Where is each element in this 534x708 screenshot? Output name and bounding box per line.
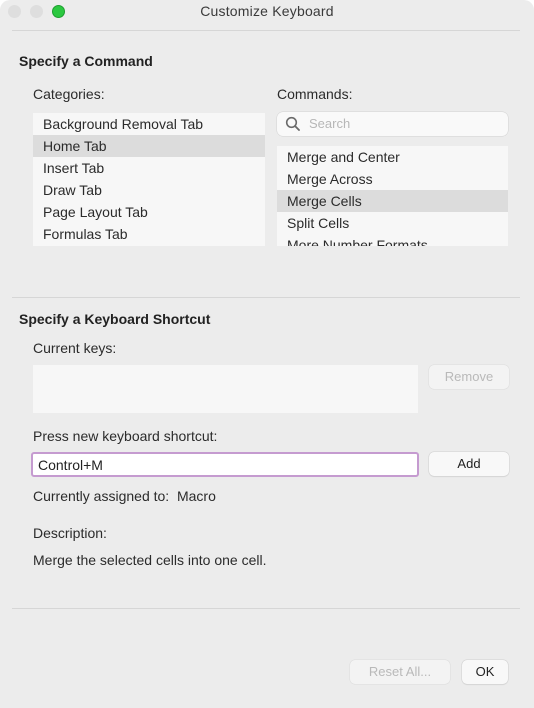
command-list-item[interactable]: Split Cells — [277, 212, 508, 234]
customize-keyboard-dialog: Customize Keyboard Specify a Command Cat… — [0, 0, 534, 708]
new-shortcut-input[interactable] — [38, 455, 408, 474]
description-label: Description: — [33, 525, 107, 541]
description-text: Merge the selected cells into one cell. — [33, 552, 267, 568]
current-keys-label: Current keys: — [33, 340, 117, 356]
command-list-item[interactable]: Merge Across — [277, 168, 508, 190]
category-list-item[interactable]: Background Removal Tab — [33, 113, 265, 135]
category-list-item[interactable]: Page Layout Tab — [33, 201, 265, 223]
currently-assigned-label: Currently assigned to: — [33, 488, 170, 504]
search-icon — [285, 116, 300, 131]
category-list-item[interactable]: Home Tab — [33, 135, 265, 157]
remove-button[interactable]: Remove — [429, 365, 509, 389]
footer-separator — [12, 608, 520, 609]
category-list-item[interactable]: Draw Tab — [33, 179, 265, 201]
current-keys-list[interactable] — [33, 365, 418, 413]
command-list-item[interactable]: More Number Formats — [277, 234, 508, 246]
ok-button[interactable]: OK — [462, 660, 508, 684]
title-separator — [12, 30, 520, 31]
currently-assigned-value: Macro — [176, 488, 216, 504]
shortcut-section-title: Specify a Keyboard Shortcut — [19, 311, 211, 327]
categories-label: Categories: — [33, 86, 105, 102]
add-button[interactable]: Add — [429, 452, 509, 476]
search-placeholder: Search — [309, 116, 351, 131]
currently-assigned-row: Currently assigned to: Macro — [33, 488, 216, 504]
section-separator — [12, 297, 520, 298]
commands-label: Commands: — [277, 86, 353, 102]
press-new-shortcut-label: Press new keyboard shortcut: — [33, 428, 218, 444]
command-list-item[interactable]: Merge Cells — [277, 190, 508, 212]
command-section-title: Specify a Command — [19, 53, 153, 69]
category-list-item[interactable]: Formulas Tab — [33, 223, 265, 245]
categories-list[interactable]: Background Removal Tab Home Tab Insert Tab… — [33, 113, 265, 246]
commands-list[interactable]: Merge and Center Merge Across Merge Cells S… — [277, 146, 508, 246]
category-list-item[interactable]: Insert Tab — [33, 157, 265, 179]
command-list-item[interactable]: Merge and Center — [277, 146, 508, 168]
title-bar: Customize Keyboard — [0, 0, 534, 24]
commands-search-field[interactable]: Search — [277, 112, 508, 136]
reset-all-button[interactable]: Reset All... — [350, 660, 450, 684]
window-title: Customize Keyboard — [200, 3, 334, 19]
new-shortcut-field-wrapper — [31, 452, 419, 477]
